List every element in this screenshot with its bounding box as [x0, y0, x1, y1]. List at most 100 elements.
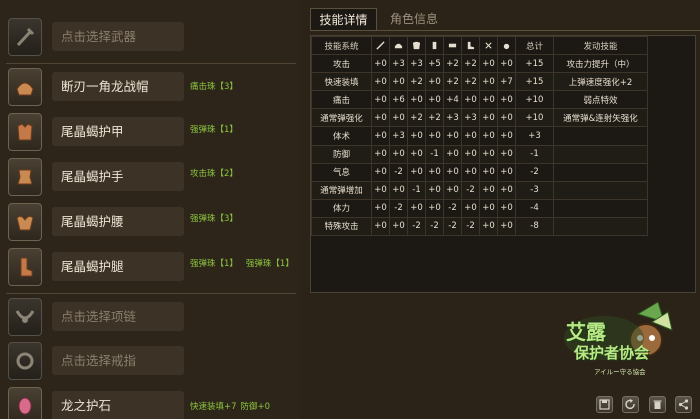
activated-skill-cell: 通常弹&连射矢强化	[553, 108, 648, 128]
skill-name-cell: 攻击	[311, 54, 372, 74]
skill-value-cell: +0	[371, 144, 390, 164]
share-icon	[678, 399, 689, 410]
skill-value-cell: +3	[461, 108, 480, 128]
skill-value-cell: +0	[371, 72, 390, 92]
skill-value-cell: +0	[497, 126, 516, 146]
col-weapon	[371, 35, 390, 56]
trash-icon	[653, 400, 662, 409]
ring-slot[interactable]: 点击选择戒指	[6, 342, 296, 380]
skill-value-cell: -1	[407, 180, 426, 200]
col-skill-system: 技能系统	[311, 35, 372, 56]
skill-value-cell: +0	[407, 144, 426, 164]
skill-value-cell: -2	[461, 216, 480, 237]
skill-value-cell: +0	[497, 54, 516, 74]
divider	[6, 293, 296, 294]
skill-table: 技能系统 总计 发动技能 攻击 +0 +3 +3 +5 +2 +2 +0 +0 +15 攻击力提升（…	[311, 35, 648, 237]
delete-button[interactable]	[649, 396, 666, 413]
skill-name-cell: 痛击	[311, 90, 372, 110]
waist-name[interactable]: 尾晶蝎护腰	[52, 207, 184, 236]
skill-total-cell: +15	[515, 72, 554, 92]
charm-slot[interactable]: 龙之护石 快速装填+7 防御+0	[6, 387, 296, 419]
col-total: 总计	[515, 35, 554, 56]
skill-value-cell: +0	[479, 216, 498, 237]
legs-name[interactable]: 尾晶蝎护腿	[52, 252, 184, 281]
activated-skill-cell	[553, 144, 648, 164]
equipment-panel: 点击选择武器 断刃一角龙战帽 痛击珠【3】 尾晶蝎护甲 强弹珠【1】 尾晶蝎护手…	[0, 0, 300, 419]
skill-value-cell: +0	[389, 216, 408, 237]
skill-value-cell: +0	[497, 90, 516, 110]
necklace-slot[interactable]: 点击选择项链	[6, 298, 296, 336]
skill-name-cell: 通常弹强化	[311, 108, 372, 128]
weapon-slot-icon	[8, 18, 42, 56]
helmet-icon	[394, 43, 403, 48]
col-activated-skill: 发动技能	[553, 35, 648, 56]
refresh-button[interactable]	[622, 396, 639, 413]
decoration-icon	[503, 43, 510, 49]
chest-slot[interactable]: 尾晶蝎护甲 强弹珠【1】	[6, 113, 296, 151]
table-row: 特殊攻击 +0 +0 -2 -2 -2 -2 +0 +0 -8	[311, 216, 648, 237]
chest-armor-icon	[8, 113, 42, 151]
save-button[interactable]	[596, 396, 613, 413]
skill-value-cell: +0	[389, 144, 408, 164]
skill-value-cell: +0	[497, 216, 516, 237]
skill-value-cell: +0	[479, 198, 498, 218]
waist-slot[interactable]: 尾晶蝎护腰 强弹珠【3】	[6, 203, 296, 241]
weapon-slot[interactable]: 点击选择武器	[6, 18, 296, 56]
skill-value-cell: +0	[497, 144, 516, 164]
ring-icon	[8, 342, 42, 380]
col-decoration	[497, 35, 516, 56]
skill-value-cell: +0	[479, 180, 498, 200]
skill-value-cell: +2	[407, 108, 426, 128]
col-arm	[425, 35, 444, 56]
skill-value-cell: -2	[389, 198, 408, 218]
skill-value-cell: -2	[443, 216, 462, 237]
activated-skill-cell	[553, 198, 648, 218]
share-button[interactable]	[675, 396, 692, 413]
skill-value-cell: +0	[371, 180, 390, 200]
table-row: 通常弹强化 +0 +0 +2 +2 +3 +3 +0 +0 +10 通常弹&连射矢强化	[311, 108, 648, 128]
activated-skill-cell: 攻击力提升（中）	[553, 54, 648, 74]
legs-slot[interactable]: 尾晶蝎护腿 强弹珠【1】 强弹珠【1】	[6, 248, 296, 286]
skill-value-cell: +0	[479, 126, 498, 146]
skill-value-cell: +0	[461, 126, 480, 146]
necklace-select-field[interactable]: 点击选择项链	[52, 302, 184, 331]
skill-value-cell: +0	[389, 72, 408, 92]
skill-value-cell: +0	[371, 162, 390, 182]
activated-skill-cell: 弱点特效	[553, 90, 648, 110]
ring-select-field[interactable]: 点击选择戒指	[52, 346, 184, 375]
skill-value-cell: +0	[371, 54, 390, 74]
skill-value-cell: +0	[461, 198, 480, 218]
skill-value-cell: +5	[425, 54, 444, 74]
skill-value-cell: +0	[443, 126, 462, 146]
table-row: 快速装填 +0 +0 +2 +0 +2 +2 +0 +7 +15 上弹速度强化+2	[311, 72, 648, 92]
skill-value-cell: +0	[479, 162, 498, 182]
skill-value-cell: +2	[425, 108, 444, 128]
chest-name[interactable]: 尾晶蝎护甲	[52, 117, 184, 146]
col-waist	[443, 35, 462, 56]
table-row: 防御 +0 +0 +0 -1 +0 +0 +0 +0 -1	[311, 144, 648, 164]
skill-value-cell: +0	[443, 180, 462, 200]
weapon-icon	[376, 40, 385, 50]
legs-armor-icon	[8, 248, 42, 286]
arm-slot[interactable]: 尾晶蝎护手 攻击珠【2】	[6, 158, 296, 196]
helmet-slot[interactable]: 断刃一角龙战帽 痛击珠【3】	[6, 68, 296, 106]
weapon-select-field[interactable]: 点击选择武器	[52, 22, 184, 51]
tab-character-info[interactable]: 角色信息	[384, 8, 444, 30]
arm-icon	[432, 41, 437, 49]
tab-skill-details[interactable]: 技能详情	[310, 8, 377, 30]
charm-name[interactable]: 龙之护石	[52, 391, 184, 419]
activated-skill-cell	[553, 216, 648, 237]
helmet-decorations: 痛击珠【3】	[190, 82, 238, 92]
skill-name-cell: 体术	[311, 126, 372, 146]
skill-value-cell: +0	[407, 162, 426, 182]
tab-underline	[310, 30, 700, 31]
arm-name[interactable]: 尾晶蝎护手	[52, 162, 184, 191]
skill-value-cell: +2	[461, 72, 480, 92]
skill-value-cell: -2	[443, 198, 462, 218]
col-legs	[461, 35, 480, 56]
helmet-name[interactable]: 断刃一角龙战帽	[52, 72, 184, 101]
save-icon	[599, 399, 610, 410]
skill-value-cell: -2	[389, 162, 408, 182]
skill-value-cell: -1	[425, 144, 444, 164]
skill-value-cell: +2	[407, 72, 426, 92]
